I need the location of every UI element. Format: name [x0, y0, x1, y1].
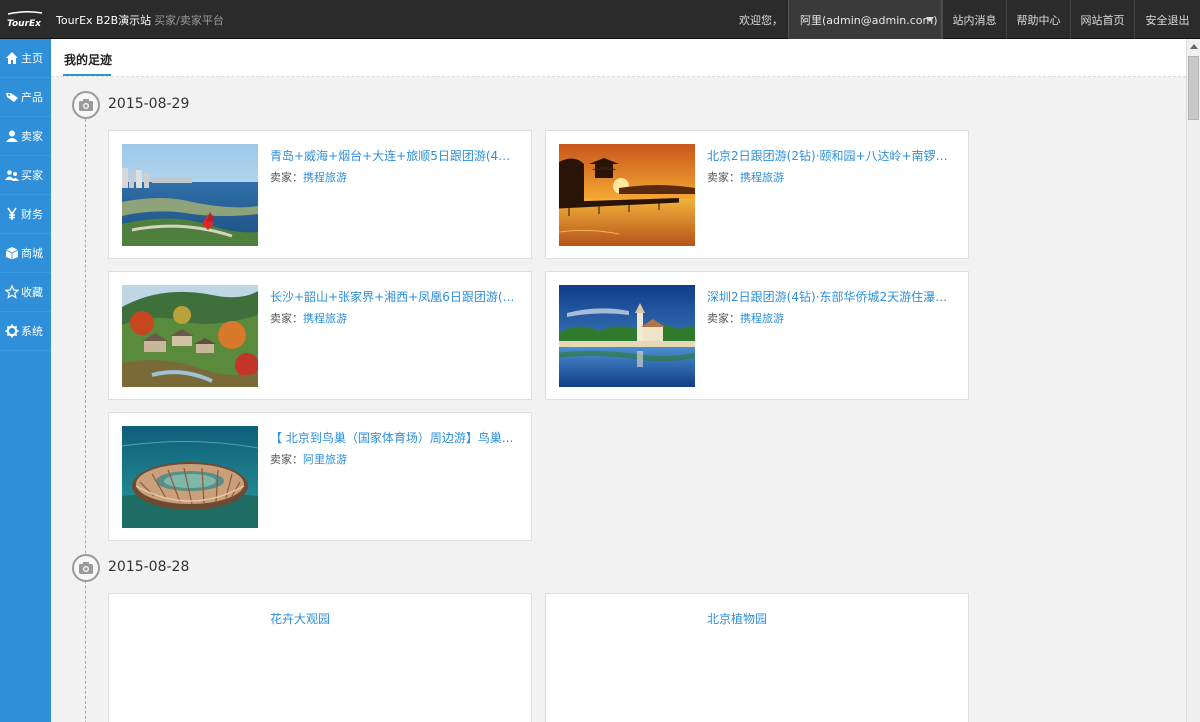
nav-home[interactable]: 网站首页 — [1070, 0, 1134, 39]
scrollbar-thumb[interactable] — [1188, 56, 1199, 120]
sidebar-item-finance[interactable]: 财务 — [0, 195, 51, 234]
product-title-link[interactable]: 北京植物园 — [707, 610, 957, 627]
footprint-card[interactable]: 深圳2日跟团游(4钻)·东部华侨城2天游住瀑布... 卖家：携程旅游 — [545, 271, 969, 400]
product-title-link[interactable]: 青岛+威海+烟台+大连+旅顺5日跟团游(4钻)·... — [270, 147, 520, 164]
welcome-text: 欢迎您， — [739, 14, 783, 27]
tab-bar: 我的足迹 — [51, 39, 1186, 77]
seller-line: 卖家：携程旅游 — [707, 169, 784, 185]
seller-line: 卖家：携程旅游 — [707, 310, 784, 326]
seller-label: 卖家： — [270, 312, 303, 325]
sidebar-item-label: 主页 — [21, 52, 43, 65]
seller-line: 卖家：携程旅游 — [270, 169, 347, 185]
sidebar-item-favorites[interactable]: 收藏 — [0, 273, 51, 312]
footprint-card[interactable]: 青岛+威海+烟台+大连+旅顺5日跟团游(4钻)·... 卖家：携程旅游 — [108, 130, 532, 259]
site-title: TourEx B2B演示站 买家/卖家平台 — [56, 12, 224, 28]
main-content: 我的足迹 2015-08-29 青岛+威海+烟台+大连+旅顺5日跟团游(4钻)·… — [51, 39, 1186, 722]
star-icon — [5, 285, 19, 299]
caret-down-icon — [926, 17, 934, 22]
sidebar-item-system[interactable]: 系统 — [0, 312, 51, 351]
gear-icon — [5, 324, 19, 338]
nav-messages[interactable]: 站内消息 — [942, 0, 1006, 39]
footprint-card[interactable]: 北京2日跟团游(2钻)·颐和园+八达岭+南锣鼓巷 卖家：携程旅游 — [545, 130, 969, 259]
seller-label: 卖家： — [270, 171, 303, 184]
seller-link[interactable]: 携程旅游 — [303, 312, 347, 325]
seller-label: 卖家： — [707, 312, 740, 325]
vertical-scrollbar[interactable] — [1186, 39, 1200, 722]
sidebar-item-label: 买家 — [21, 169, 43, 182]
brand-text: TourEx — [7, 19, 42, 29]
users-icon — [5, 170, 19, 181]
scroll-up-arrow-icon[interactable] — [1190, 44, 1198, 49]
seller-label: 卖家： — [270, 453, 303, 466]
seller-label: 卖家： — [707, 171, 740, 184]
user-icon — [6, 130, 18, 142]
tag-icon — [6, 93, 18, 102]
home-icon — [6, 52, 18, 64]
product-title-link[interactable]: 花卉大观园 — [270, 610, 520, 627]
product-title-link[interactable]: 北京2日跟团游(2钻)·颐和园+八达岭+南锣鼓巷 — [707, 147, 957, 164]
nav-logout[interactable]: 安全退出 — [1134, 0, 1200, 39]
product-title-link[interactable]: 深圳2日跟团游(4钻)·东部华侨城2天游住瀑布... — [707, 288, 957, 305]
seller-line: 卖家：携程旅游 — [270, 310, 347, 326]
sidebar-item-home[interactable]: 主页 — [0, 39, 51, 78]
user-name: 阿里(admin@admin.com) — [800, 14, 938, 27]
sidebar-item-buyer[interactable]: 买家 — [0, 156, 51, 195]
sidebar-item-label: 商城 — [21, 247, 43, 260]
sidebar-item-label: 产品 — [21, 91, 43, 104]
footprint-card[interactable]: 【 北京到鸟巢（国家体育场）周边游】鸟巢... 卖家：阿里旅游 — [108, 412, 532, 541]
sidebar-item-products[interactable]: 产品 — [0, 78, 51, 117]
top-bar: TourEx TourEx B2B演示站 买家/卖家平台 欢迎您， 阿里(admi… — [0, 0, 1200, 41]
tourex-logo[interactable]: TourEx — [6, 10, 44, 30]
site-subtitle: 买家/卖家平台 — [154, 14, 224, 27]
tab-my-footprints[interactable]: 我的足迹 — [64, 51, 112, 68]
camera-icon — [72, 554, 100, 582]
sidebar-item-mall[interactable]: 商城 — [0, 234, 51, 273]
date-label: 2015-08-28 — [108, 559, 190, 575]
tab-active-indicator — [63, 74, 111, 76]
seller-line: 卖家：阿里旅游 — [270, 451, 347, 467]
date-label: 2015-08-29 — [108, 96, 190, 112]
sidebar-item-label: 财务 — [21, 208, 43, 221]
seller-link[interactable]: 携程旅游 — [740, 171, 784, 184]
product-title-link[interactable]: 【 北京到鸟巢（国家体育场）周边游】鸟巢... — [270, 429, 520, 446]
footprint-card[interactable]: 北京植物园 — [545, 593, 969, 722]
summer-palace-sunset-photo[interactable] — [559, 144, 695, 246]
nav-help[interactable]: 帮助中心 — [1006, 0, 1070, 39]
sidebar-item-seller[interactable]: 卖家 — [0, 117, 51, 156]
camera-icon — [72, 91, 100, 119]
footprint-card[interactable]: 长沙+韶山+张家界+湘西+凤凰6日跟团游(5... 卖家：携程旅游 — [108, 271, 532, 400]
birds-nest-stadium-photo[interactable] — [122, 426, 258, 528]
box-icon — [5, 247, 19, 260]
seller-link[interactable]: 携程旅游 — [303, 171, 347, 184]
sidebar-item-label: 系统 — [21, 325, 43, 338]
seller-link[interactable]: 携程旅游 — [740, 312, 784, 325]
timeline-line — [85, 94, 86, 722]
sidebar-item-label: 卖家 — [21, 130, 43, 143]
mountain-village-photo[interactable] — [122, 285, 258, 387]
sidebar: 主页 产品 卖家 买家 财务 商城 收藏 系统 — [0, 39, 51, 722]
site-name: TourEx B2B演示站 — [56, 14, 152, 27]
sidebar-item-label: 收藏 — [21, 286, 43, 299]
footprint-card[interactable]: 花卉大观园 — [108, 593, 532, 722]
yen-icon — [7, 207, 17, 220]
user-menu-button[interactable]: 阿里(admin@admin.com) — [788, 0, 942, 41]
coastal-city-photo[interactable] — [122, 144, 258, 246]
lake-castle-photo[interactable] — [559, 285, 695, 387]
product-title-link[interactable]: 长沙+韶山+张家界+湘西+凤凰6日跟团游(5... — [270, 288, 520, 305]
seller-link[interactable]: 阿里旅游 — [303, 453, 347, 466]
